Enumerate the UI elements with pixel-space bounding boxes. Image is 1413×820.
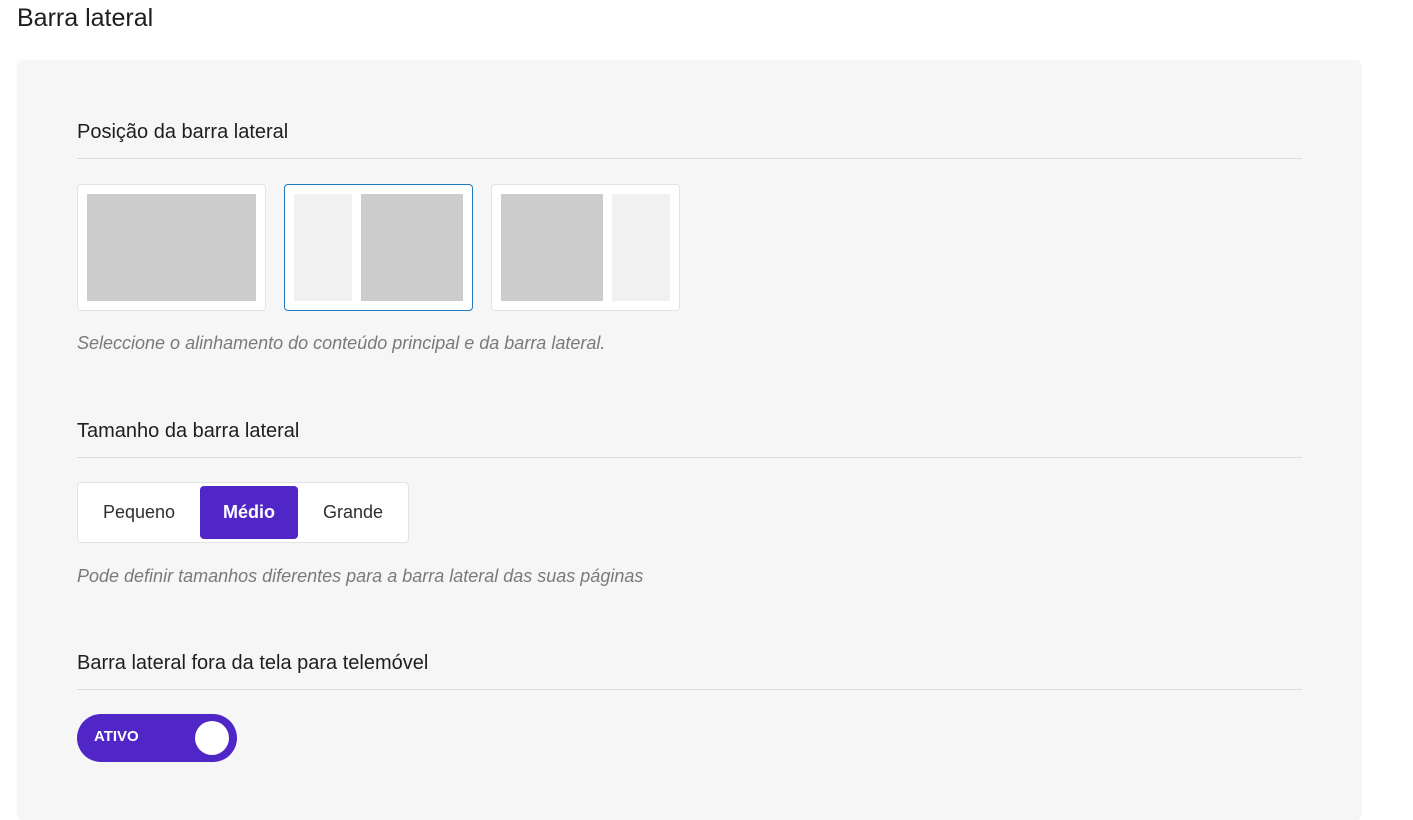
position-section: Posição da barra lateral [77, 120, 1302, 159]
position-option-full-width[interactable] [77, 184, 266, 311]
layout-sidebar-block [294, 194, 352, 301]
offcanvas-section: Barra lateral fora da tela para telemóve… [77, 651, 1302, 690]
toggle-label: ATIVO [94, 728, 139, 745]
layout-sidebar-block [612, 194, 670, 301]
offcanvas-toggle[interactable]: ATIVO [77, 714, 237, 762]
position-help: Seleccione o alinhamento do conteúdo pri… [77, 333, 606, 353]
position-heading: Posição da barra lateral [77, 120, 1302, 159]
page-title: Barra lateral [17, 4, 154, 32]
toggle-knob [195, 721, 229, 755]
size-option-large[interactable]: Grande [300, 486, 406, 539]
settings-panel: Posição da barra lateral Seleccione o al… [17, 60, 1362, 820]
size-option-small[interactable]: Pequeno [81, 486, 197, 539]
size-selector: Pequeno Médio Grande [77, 482, 409, 543]
offcanvas-heading: Barra lateral fora da tela para telemóve… [77, 651, 1302, 690]
size-option-medium[interactable]: Médio [200, 486, 298, 539]
layout-main-block [87, 194, 256, 301]
position-option-sidebar-left[interactable] [284, 184, 473, 311]
size-heading: Tamanho da barra lateral [77, 419, 1302, 458]
size-help: Pode definir tamanhos diferentes para a … [77, 566, 644, 586]
layout-main-block [501, 194, 603, 301]
size-section: Tamanho da barra lateral [77, 419, 1302, 458]
layout-main-block [361, 194, 463, 301]
position-option-sidebar-right[interactable] [491, 184, 680, 311]
